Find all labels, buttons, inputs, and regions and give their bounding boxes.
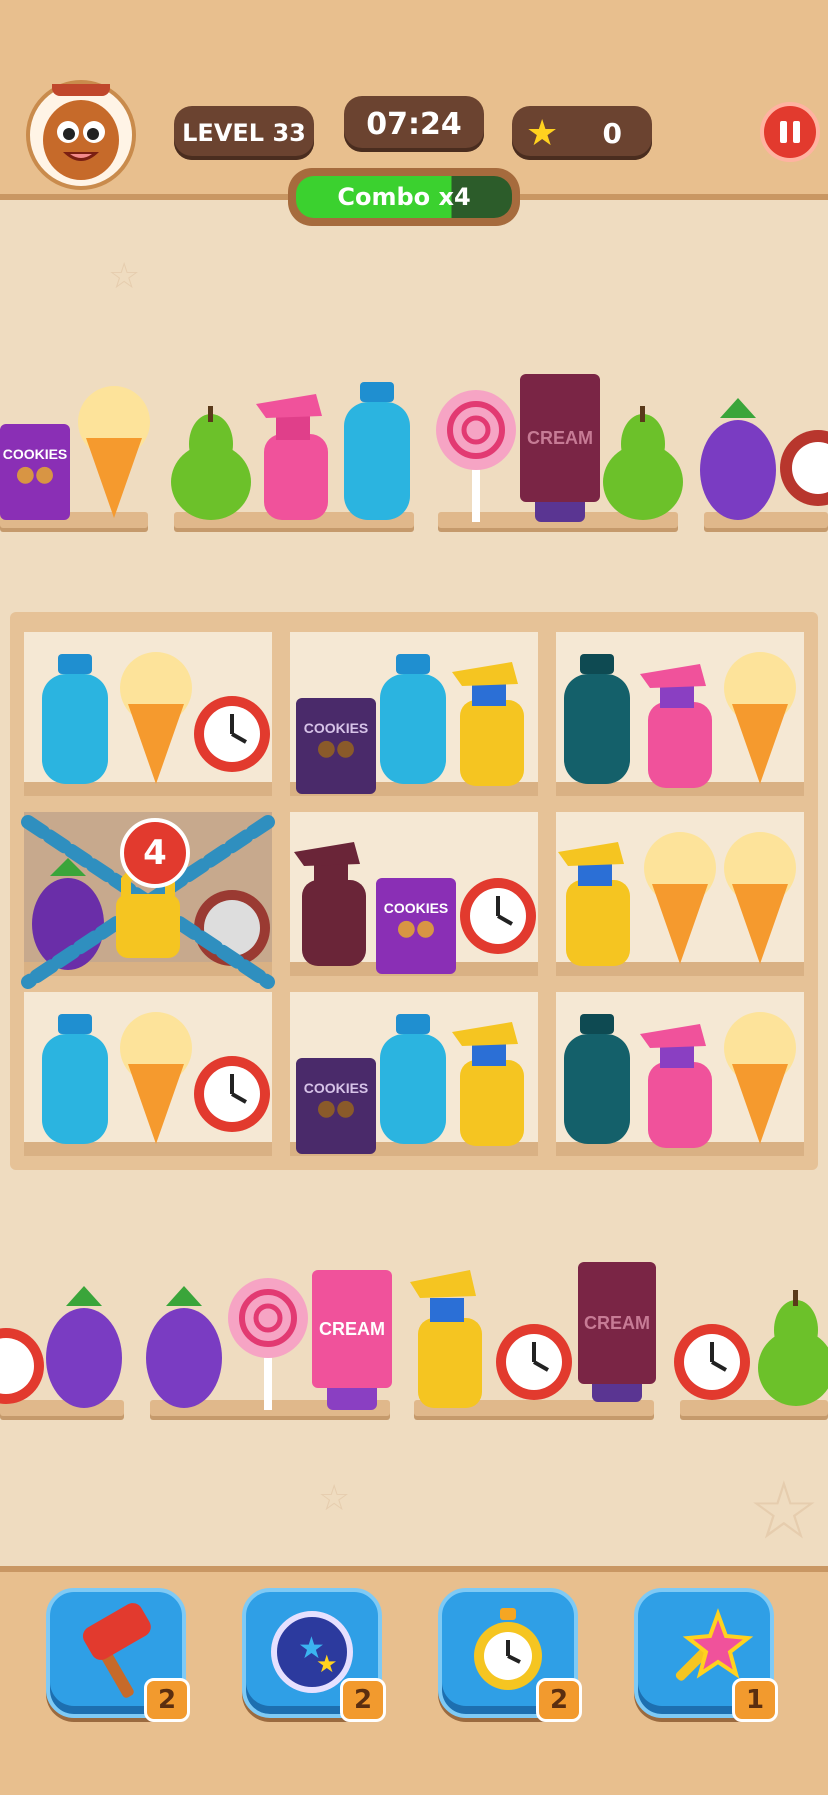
spray-bottle-yellow[interactable]: [558, 836, 638, 972]
lollipop[interactable]: [226, 1276, 310, 1414]
ice-cream[interactable]: [640, 828, 720, 972]
cookies-box[interactable]: COOKIES ●●: [0, 424, 70, 520]
pear[interactable]: [600, 406, 686, 522]
freeze-count-badge: 2: [536, 1678, 582, 1722]
cream-tube[interactable]: CREAM: [578, 1262, 656, 1402]
cookie-icon: ●●: [316, 1096, 356, 1121]
cookies-label: COOKIES: [2, 446, 68, 462]
blue-bottle[interactable]: [342, 382, 412, 522]
spray-bottle-pink[interactable]: [256, 386, 336, 522]
pear[interactable]: [168, 406, 254, 522]
lock-counter: 4: [143, 833, 167, 873]
timer-text: 07:24: [366, 106, 462, 142]
alarm-clock[interactable]: [0, 1316, 48, 1416]
pause-icon: [780, 121, 800, 143]
shelf-cell[interactable]: [556, 992, 804, 1156]
ice-cream[interactable]: [74, 382, 154, 522]
level-indicator: LEVEL 33: [174, 106, 314, 160]
lollipop[interactable]: [434, 388, 518, 522]
eggplant[interactable]: [698, 388, 778, 522]
alarm-clock[interactable]: [458, 866, 538, 966]
shelf-cabinet: COOKIES ●● 4 COOKIES ●● COOKIES ●●: [10, 612, 818, 1170]
freeze-count: 2: [549, 1685, 569, 1715]
shuffle-count: 2: [353, 1685, 373, 1715]
eggplant[interactable]: [44, 1276, 124, 1414]
spray-bottle-maroon[interactable]: [294, 836, 374, 972]
combo-meter: Combo x4: [288, 168, 520, 226]
cookie-icon: ●●: [396, 916, 436, 941]
ice-cream[interactable]: [116, 648, 196, 792]
cookie-icon: ●●: [316, 736, 356, 761]
star-icon: ★: [526, 112, 559, 154]
ice-cream[interactable]: [720, 1008, 800, 1152]
hammer-count-badge: 2: [144, 1678, 190, 1722]
cream-label: CREAM: [527, 427, 593, 448]
spray-bottle-yellow[interactable]: [452, 656, 532, 792]
ice-cream[interactable]: [116, 1008, 196, 1152]
cookies-label: COOKIES: [383, 900, 449, 916]
spray-bottle-yellow[interactable]: [410, 1262, 490, 1414]
locked-shelf-cell[interactable]: 4: [21, 812, 275, 989]
combo-label: Combo x4: [337, 183, 471, 211]
blue-bottle[interactable]: [378, 654, 448, 790]
cookies-box[interactable]: COOKIES ●●: [296, 698, 376, 794]
cream-tube[interactable]: CREAM: [312, 1270, 392, 1410]
timer: 07:24: [344, 96, 484, 152]
spray-bottle-pink[interactable]: [640, 658, 720, 794]
cookies-box[interactable]: COOKIES ●●: [376, 878, 456, 974]
blue-bottle[interactable]: [40, 654, 110, 790]
spray-bottle-yellow[interactable]: [452, 1016, 532, 1152]
background-star-icon: ☆: [108, 256, 141, 297]
combo-bar: Combo x4: [296, 176, 512, 218]
cookies-label: COOKIES: [303, 1080, 369, 1096]
wand-count: 1: [745, 1685, 765, 1715]
pause-button[interactable]: [760, 102, 820, 162]
cream-label: CREAM: [319, 1318, 385, 1339]
dark-bottle[interactable]: [562, 654, 632, 790]
shelf-cell[interactable]: [556, 812, 804, 976]
cream-label: CREAM: [584, 1312, 650, 1333]
player-avatar[interactable]: [26, 70, 136, 190]
lock-counter-badge: 4: [120, 818, 190, 888]
cream-tube[interactable]: CREAM: [520, 374, 600, 522]
eggplant[interactable]: [144, 1276, 224, 1414]
dark-bottle[interactable]: [562, 1014, 632, 1150]
blue-bottle[interactable]: [378, 1014, 448, 1150]
shelf-cell[interactable]: COOKIES ●●: [290, 812, 538, 976]
pear[interactable]: [756, 1290, 828, 1412]
shelf-cell[interactable]: COOKIES ●●: [290, 992, 538, 1156]
shelf-cell[interactable]: [556, 632, 804, 796]
magic-wand-powerup-button[interactable]: 1: [634, 1588, 778, 1722]
star-count: 0: [602, 116, 622, 150]
wand-count-badge: 1: [732, 1678, 778, 1722]
alarm-clock[interactable]: [780, 410, 828, 514]
alarm-clock[interactable]: [672, 1310, 752, 1414]
hammer-powerup-button[interactable]: 2: [46, 1588, 190, 1722]
ice-cream[interactable]: [720, 648, 800, 792]
jar-character-icon: [43, 70, 119, 180]
star-counter: ★ 0: [512, 106, 652, 160]
background-star-icon: ☆: [748, 1464, 820, 1557]
freeze-timer-powerup-button[interactable]: 2: [438, 1588, 582, 1722]
shelf-cell[interactable]: [24, 992, 272, 1156]
shelf-cell[interactable]: COOKIES ●●: [290, 632, 538, 796]
cookies-box[interactable]: COOKIES ●●: [296, 1058, 376, 1154]
alarm-clock[interactable]: [192, 1044, 272, 1144]
blue-bottle[interactable]: [40, 1014, 110, 1150]
alarm-clock[interactable]: [192, 684, 272, 784]
cookies-label: COOKIES: [303, 720, 369, 736]
shuffle-count-badge: 2: [340, 1678, 386, 1722]
shuffle-powerup-button[interactable]: ★ ★ 2: [242, 1588, 386, 1722]
alarm-clock[interactable]: [494, 1310, 574, 1414]
ice-cream[interactable]: [720, 828, 800, 972]
spray-bottle-pink[interactable]: [640, 1018, 720, 1154]
cookie-icon: ●●: [15, 462, 55, 487]
background-star-icon: ☆: [318, 1478, 351, 1519]
hammer-count: 2: [157, 1685, 177, 1715]
level-label: LEVEL 33: [182, 119, 306, 147]
shelf-cell[interactable]: [24, 632, 272, 796]
svg-text:★: ★: [316, 1650, 338, 1678]
